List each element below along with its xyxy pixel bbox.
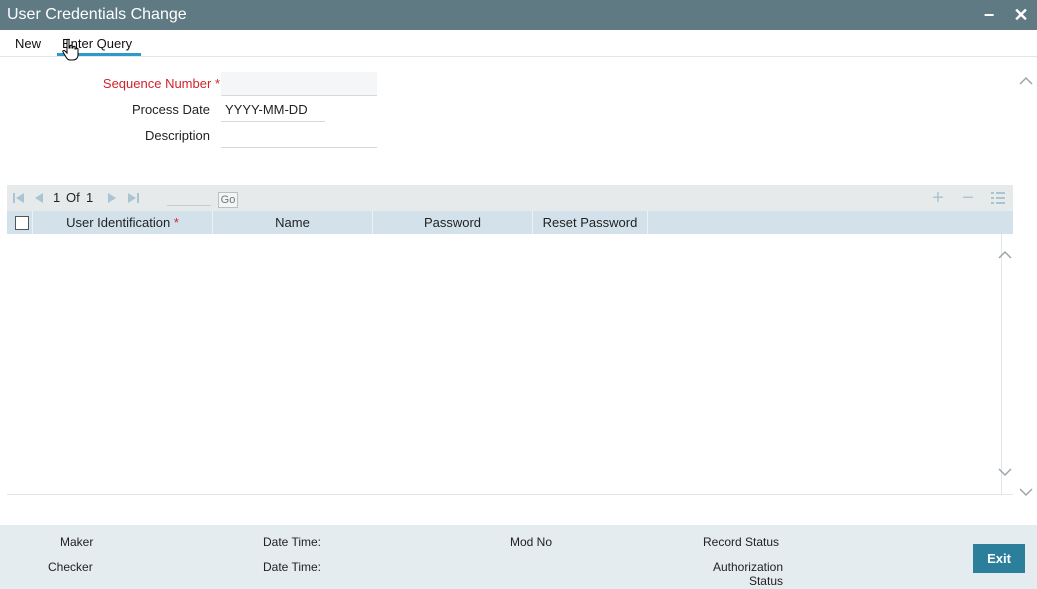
first-page-icon[interactable] xyxy=(12,191,26,205)
page-number-input[interactable] xyxy=(167,190,211,206)
go-button[interactable]: Go xyxy=(218,192,238,208)
scroll-up-icon[interactable] xyxy=(1018,74,1034,86)
authorization-status-label: Authorization Status xyxy=(712,560,783,588)
grid-scrollbar-track[interactable] xyxy=(1001,234,1002,495)
list-details-icon[interactable] xyxy=(989,189,1007,207)
minimize-button[interactable]: − xyxy=(979,4,999,26)
grid-header: User Identification * Name Password Rese… xyxy=(7,211,1013,234)
grid-scroll-down-icon[interactable] xyxy=(997,466,1013,478)
minus-icon[interactable]: − xyxy=(959,188,977,208)
last-page-icon[interactable] xyxy=(126,191,140,205)
record-status-label: Record Status xyxy=(703,535,780,549)
title-bar: User Credentials Change − ✕ xyxy=(0,0,1037,30)
maker-date-time-label: Date Time: xyxy=(263,535,322,549)
sequence-number-field[interactable] xyxy=(221,72,377,96)
pager-of-label: Of xyxy=(66,190,80,205)
next-page-icon[interactable] xyxy=(105,191,119,205)
checker-label: Checker xyxy=(48,560,93,574)
grid-scroll-up-icon[interactable] xyxy=(997,248,1013,260)
audit-footer: Maker Checker Date Time: Date Time: Mod … xyxy=(0,525,1037,589)
select-all-checkbox[interactable] xyxy=(15,216,29,230)
close-button[interactable]: ✕ xyxy=(1011,4,1031,26)
window-title: User Credentials Change xyxy=(7,6,187,23)
previous-page-icon[interactable] xyxy=(32,191,46,205)
checker-date-time-label: Date Time: xyxy=(263,560,322,574)
column-name[interactable]: Name xyxy=(213,211,373,234)
hand-cursor-icon xyxy=(62,38,79,61)
new-button[interactable]: New xyxy=(15,36,41,51)
process-date-label: Process Date xyxy=(131,102,210,117)
pager-current: 1 xyxy=(53,190,61,205)
select-all-column xyxy=(7,211,33,234)
pager-total: 1 xyxy=(86,190,94,205)
scroll-down-icon[interactable] xyxy=(1018,486,1034,498)
grid-toolbar: 1 Of 1 Go + − xyxy=(7,185,1013,211)
process-date-field[interactable]: YYYY-MM-DD xyxy=(221,98,325,122)
column-reset-password[interactable]: Reset Password xyxy=(533,211,648,234)
maker-label: Maker xyxy=(60,535,94,549)
mod-no-label: Mod No xyxy=(510,535,553,549)
description-field[interactable] xyxy=(221,124,377,148)
menu-bar: New Enter Query xyxy=(0,30,1037,57)
exit-button[interactable]: Exit xyxy=(973,544,1025,573)
description-label: Description xyxy=(144,128,210,143)
plus-icon[interactable]: + xyxy=(929,188,947,208)
column-user-identification[interactable]: User Identification * xyxy=(33,211,213,234)
column-password[interactable]: Password xyxy=(373,211,533,234)
sequence-number-label: Sequence Number * xyxy=(102,76,220,91)
grid-body xyxy=(7,234,1013,495)
